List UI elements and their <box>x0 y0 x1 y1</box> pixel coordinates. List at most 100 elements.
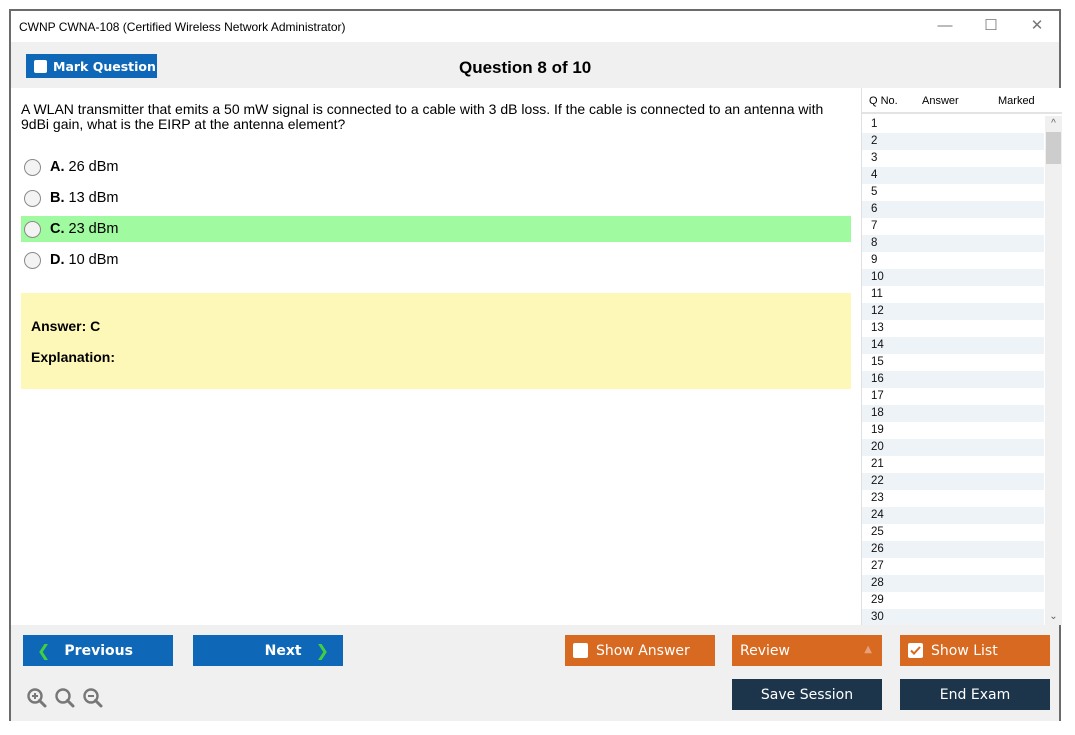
question-counter: Question 8 of 10 <box>459 58 592 77</box>
question-list-row[interactable]: 19 <box>862 422 1044 439</box>
question-list-row[interactable]: 5 <box>862 184 1044 201</box>
radio-button[interactable] <box>24 158 41 176</box>
question-list-row[interactable]: 23 <box>862 490 1044 507</box>
question-list-row[interactable]: 15 <box>862 354 1044 371</box>
close-button[interactable]: ✕ <box>1021 15 1053 37</box>
question-number: 20 <box>871 441 884 453</box>
question-number: 13 <box>871 322 884 334</box>
title-bar: CWNP CWNA-108 (Certified Wireless Networ… <box>11 11 1059 42</box>
question-list-row[interactable]: 17 <box>862 388 1044 405</box>
review-dropdown[interactable]: Review ▲ <box>732 635 882 666</box>
show-answer-button[interactable]: Show Answer <box>565 635 715 666</box>
question-list-row[interactable]: 24 <box>862 507 1044 524</box>
question-number: 17 <box>871 390 884 402</box>
question-list-row[interactable]: 10 <box>862 269 1044 286</box>
question-list-row[interactable]: 14 <box>862 337 1044 354</box>
question-number: 2 <box>871 135 878 147</box>
question-list-row[interactable]: 13 <box>862 320 1044 337</box>
zoom-reset-icon[interactable] <box>54 687 76 709</box>
question-number: 28 <box>871 577 884 589</box>
question-list-header: Q No. Answer Marked <box>862 88 1062 114</box>
question-list-row[interactable]: 6 <box>862 201 1044 218</box>
maximize-button[interactable]: ☐ <box>975 15 1007 37</box>
question-list-row[interactable]: 8 <box>862 235 1044 252</box>
question-panel: A WLAN transmitter that emits a 50 mW si… <box>11 88 861 625</box>
option-text: 13 dBm <box>68 190 119 206</box>
option-a[interactable]: A. 26 dBm <box>21 154 851 180</box>
end-exam-button[interactable]: End Exam <box>900 679 1050 710</box>
minimize-button[interactable]: — <box>929 15 961 37</box>
answer-box: Answer: C Explanation: <box>21 293 851 389</box>
option-d[interactable]: D. 10 dBm <box>21 247 851 273</box>
explanation-label: Explanation: <box>31 349 116 365</box>
previous-button[interactable]: ❮ Previous <box>23 635 173 666</box>
question-number: 18 <box>871 407 884 419</box>
question-list-row[interactable]: 2 <box>862 133 1044 150</box>
show-answer-checkbox[interactable] <box>573 643 588 658</box>
question-list-row[interactable]: 4 <box>862 167 1044 184</box>
zoom-in-icon[interactable] <box>26 687 48 709</box>
question-list-row[interactable]: 7 <box>862 218 1044 235</box>
question-number: 14 <box>871 339 884 351</box>
show-list-button[interactable]: Show List <box>900 635 1050 666</box>
radio-button[interactable] <box>24 189 41 207</box>
toolbar: Mark Question Question 8 of 10 <box>11 42 1059 88</box>
mark-question-checkbox[interactable] <box>34 59 47 73</box>
question-number: 21 <box>871 458 884 470</box>
show-list-label: Show List <box>931 642 998 659</box>
previous-label: Previous <box>64 642 133 659</box>
header-qno: Q No. <box>869 95 898 107</box>
question-list-row[interactable]: 16 <box>862 371 1044 388</box>
question-list-row[interactable]: 30 <box>862 609 1044 626</box>
question-list-row[interactable]: 12 <box>862 303 1044 320</box>
question-list-row[interactable]: 20 <box>862 439 1044 456</box>
scroll-thumb[interactable] <box>1046 132 1061 164</box>
question-list-row[interactable]: 9 <box>862 252 1044 269</box>
option-text: 26 dBm <box>68 159 119 175</box>
show-answer-label: Show Answer <box>596 642 690 659</box>
radio-button[interactable] <box>24 220 41 238</box>
question-list-row[interactable]: 26 <box>862 541 1044 558</box>
question-list-row[interactable]: 1 <box>862 116 1044 133</box>
question-list: Q No. Answer Marked 1 2 3 4 5 6 7 8 9 10 11 12 13 14 1… <box>861 88 1062 626</box>
question-list-row[interactable]: 29 <box>862 592 1044 609</box>
question-list-row[interactable]: 3 <box>862 150 1044 167</box>
question-list-row[interactable]: 21 <box>862 456 1044 473</box>
mark-question-button[interactable]: Mark Question <box>26 54 157 78</box>
question-number: 6 <box>871 203 878 215</box>
radio-button[interactable] <box>24 251 41 269</box>
question-list-row[interactable]: 28 <box>862 575 1044 592</box>
window-title: CWNP CWNA-108 (Certified Wireless Networ… <box>19 20 346 34</box>
bottom-bar: ❮ Previous Next ❯ Show Answer Review ▲ S… <box>11 625 1059 721</box>
question-list-rows: 1 2 3 4 5 6 7 8 9 10 11 12 13 14 15 16 17 18 19 20 21 22 23 24 2… <box>862 116 1044 626</box>
question-list-row[interactable]: 22 <box>862 473 1044 490</box>
question-text: A WLAN transmitter that emits a 50 mW si… <box>21 101 824 132</box>
scroll-up-icon[interactable]: ^ <box>1045 117 1062 131</box>
question-number: 19 <box>871 424 884 436</box>
option-letter: D. <box>50 252 65 268</box>
option-letter: A. <box>50 159 65 175</box>
header-marked: Marked <box>998 95 1035 107</box>
question-list-row[interactable]: 18 <box>862 405 1044 422</box>
question-list-row[interactable]: 11 <box>862 286 1044 303</box>
option-letter: B. <box>50 190 65 206</box>
question-number: 30 <box>871 611 884 623</box>
question-list-row[interactable]: 27 <box>862 558 1044 575</box>
question-number: 1 <box>871 118 878 130</box>
scrollbar[interactable]: ^ ⌄ <box>1045 116 1062 625</box>
zoom-out-icon[interactable] <box>82 687 104 709</box>
question-number: 15 <box>871 356 884 368</box>
next-button[interactable]: Next ❯ <box>193 635 343 666</box>
question-number: 9 <box>871 254 878 266</box>
option-b[interactable]: B. 13 dBm <box>21 185 851 211</box>
question-list-row[interactable]: 25 <box>862 524 1044 541</box>
question-number: 8 <box>871 237 878 249</box>
save-session-button[interactable]: Save Session <box>732 679 882 710</box>
option-c[interactable]: C. 23 dBm <box>21 216 851 242</box>
question-number: 3 <box>871 152 878 164</box>
checkmark-icon <box>910 646 921 655</box>
show-list-checkbox[interactable] <box>908 643 923 658</box>
question-number: 23 <box>871 492 884 504</box>
scroll-down-icon[interactable]: ⌄ <box>1045 610 1062 624</box>
header-answer: Answer <box>922 95 959 107</box>
